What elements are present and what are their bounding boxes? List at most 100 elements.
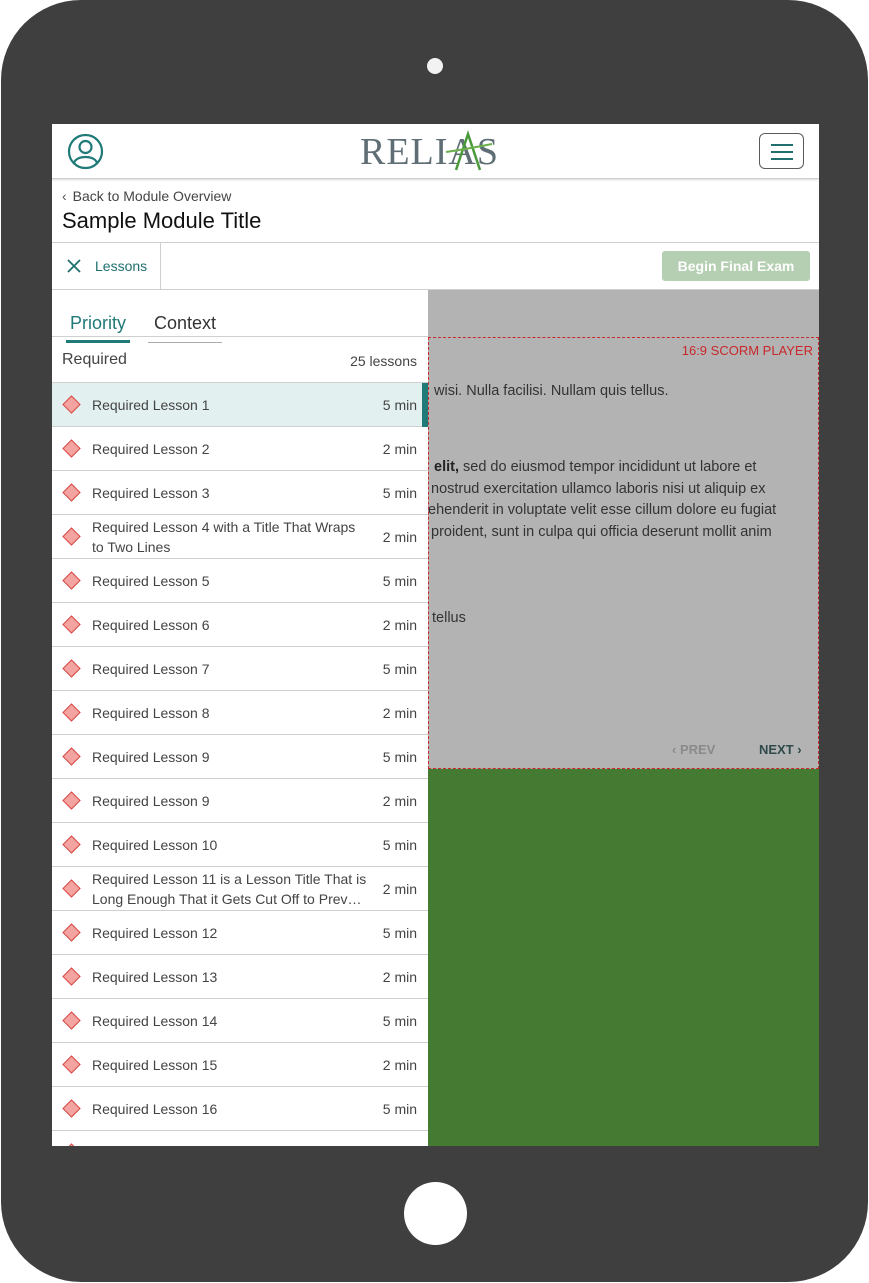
- required-section-header: Required 25 lessons: [52, 337, 428, 383]
- lesson-tabs: Priority Context: [52, 290, 428, 343]
- list-item[interactable]: Required Lesson 6 2 min: [52, 603, 428, 647]
- lesson-diamond-icon: [62, 659, 81, 678]
- player-header-strip: [428, 290, 819, 337]
- lesson-duration: 2 min: [382, 881, 417, 897]
- lesson-duration: 5 min: [382, 397, 417, 413]
- lesson-duration: 2 min: [382, 441, 417, 457]
- lesson-diamond-icon: [62, 879, 81, 898]
- relias-logo[interactable]: RELIAS: [360, 130, 512, 174]
- lesson-diamond-icon: [62, 923, 81, 942]
- tablet-frame: RELIAS ‹ Back to Module Overview Sample M…: [1, 0, 868, 1282]
- lesson-diamond-icon: [62, 571, 81, 590]
- list-item[interactable]: Required Lesson 8 2 min: [52, 691, 428, 735]
- chevron-left-icon: ‹: [672, 742, 680, 757]
- lesson-title: Required Lesson 1: [92, 397, 210, 413]
- close-icon: [67, 259, 81, 273]
- lesson-diamond-icon: [62, 439, 81, 458]
- lesson-title: Required Lesson 11 is a Lesson Title Tha…: [92, 871, 367, 907]
- app-screen: RELIAS ‹ Back to Module Overview Sample M…: [52, 124, 819, 1146]
- lesson-title: Required Lesson 5: [92, 573, 210, 589]
- list-item[interactable]: Required Lesson 9 2 min: [52, 779, 428, 823]
- list-item[interactable]: Required Lesson 13 2 min: [52, 955, 428, 999]
- list-item[interactable]: Required Lesson 5 5 min: [52, 559, 428, 603]
- lesson-diamond-icon: [62, 703, 81, 722]
- lesson-title: Required Lesson 7: [92, 661, 210, 677]
- lesson-duration: 5 min: [382, 837, 417, 853]
- lessons-toolbar: Lessons Begin Final Exam: [52, 242, 819, 290]
- lesson-duration: 2 min: [382, 705, 417, 721]
- list-item[interactable]: Required Lesson 11 is a Lesson Title Tha…: [52, 867, 428, 911]
- lessons-panel: Priority Context Required 25 lessons Req…: [52, 290, 428, 1146]
- hamburger-menu-icon: [771, 144, 793, 146]
- lesson-diamond-icon: [62, 395, 81, 414]
- list-item[interactable]: Required Lesson 3 5 min: [52, 471, 428, 515]
- lesson-title: Required Lesson 6: [92, 617, 210, 633]
- menu-button[interactable]: [759, 133, 804, 169]
- player-text-paragraph: elit, sed do eiusmod tempor incididunt u…: [428, 459, 777, 540]
- list-item[interactable]: Required Lesson 15 2 min: [52, 1043, 428, 1087]
- chevron-left-icon: ‹: [62, 188, 67, 204]
- list-item[interactable]: [52, 1131, 428, 1146]
- prev-button[interactable]: ‹ PREV: [672, 742, 715, 757]
- list-item[interactable]: Required Lesson 2 2 min: [52, 427, 428, 471]
- lesson-diamond-icon: [62, 791, 81, 810]
- lesson-diamond-icon: [62, 615, 81, 634]
- list-item[interactable]: Required Lesson 1 5 min: [52, 383, 428, 427]
- lesson-diamond-icon: [62, 527, 81, 546]
- player-text-paragraph: tellus: [432, 610, 466, 626]
- begin-final-exam-button[interactable]: Begin Final Exam: [662, 251, 810, 281]
- lesson-duration: 5 min: [382, 1101, 417, 1117]
- lesson-duration: 5 min: [382, 1013, 417, 1029]
- list-item[interactable]: Required Lesson 14 5 min: [52, 999, 428, 1043]
- lesson-duration: 5 min: [382, 573, 417, 589]
- user-circle-icon[interactable]: [67, 133, 104, 170]
- lesson-duration: 2 min: [382, 1057, 417, 1073]
- lesson-duration: 2 min: [382, 969, 417, 985]
- lessons-toggle-label: Lessons: [95, 258, 148, 274]
- list-item[interactable]: Required Lesson 4 with a Title That Wrap…: [52, 515, 428, 559]
- lesson-duration: 5 min: [382, 925, 417, 941]
- lesson-title: Required Lesson 15: [92, 1057, 218, 1073]
- tab-context[interactable]: Context: [147, 313, 223, 343]
- lesson-duration: 5 min: [382, 661, 417, 677]
- player-bold-text: elit,: [434, 459, 459, 475]
- back-to-module-link[interactable]: ‹ Back to Module Overview: [62, 188, 231, 204]
- lesson-list: Required Lesson 1 5 min Required Lesson 2…: [52, 383, 428, 1146]
- tab-priority[interactable]: Priority: [65, 313, 131, 343]
- lesson-count: 25 lessons: [350, 353, 417, 369]
- scorm-player[interactable]: 16:9 SCORM PLAYER wisi. Nulla facilisi. …: [428, 337, 819, 769]
- camera-dot: [427, 58, 443, 74]
- lesson-duration: 2 min: [382, 617, 417, 633]
- lesson-diamond-icon: [62, 483, 81, 502]
- top-bar: RELIAS: [52, 124, 819, 179]
- lesson-title: Required Lesson 13: [92, 969, 218, 985]
- player-text-paragraph: wisi. Nulla facilisi. Nullam quis tellus…: [434, 383, 669, 399]
- section-label: Required: [62, 351, 127, 368]
- lesson-duration: 5 min: [382, 485, 417, 501]
- next-button[interactable]: NEXT ›: [759, 742, 802, 757]
- lesson-diamond-icon: [62, 1143, 81, 1146]
- lesson-diamond-icon: [62, 967, 81, 986]
- list-item[interactable]: Required Lesson 7 5 min: [52, 647, 428, 691]
- lesson-title: Required Lesson 3: [92, 485, 210, 501]
- list-item[interactable]: Required Lesson 9 5 min: [52, 735, 428, 779]
- back-link-label: Back to Module Overview: [72, 188, 232, 204]
- list-item[interactable]: Required Lesson 12 5 min: [52, 911, 428, 955]
- home-button[interactable]: [404, 1182, 467, 1245]
- lesson-title: Required Lesson 9: [92, 749, 210, 765]
- content-area: 16:9 SCORM PLAYER wisi. Nulla facilisi. …: [428, 290, 819, 1146]
- player-label: 16:9 SCORM PLAYER: [681, 343, 813, 358]
- lesson-duration: 2 min: [382, 793, 417, 809]
- lesson-diamond-icon: [62, 1099, 81, 1118]
- list-item[interactable]: Required Lesson 16 5 min: [52, 1087, 428, 1131]
- lesson-title: Required Lesson 12: [92, 925, 218, 941]
- lesson-duration: 2 min: [382, 529, 417, 545]
- lesson-diamond-icon: [62, 1055, 81, 1074]
- lesson-title: Required Lesson 2: [92, 441, 210, 457]
- lesson-diamond-icon: [62, 747, 81, 766]
- list-item[interactable]: Required Lesson 10 5 min: [52, 823, 428, 867]
- lessons-toggle-button[interactable]: Lessons: [52, 243, 161, 289]
- chevron-right-icon: ›: [793, 742, 802, 757]
- lesson-title: Required Lesson 9: [92, 793, 210, 809]
- lesson-title: Required Lesson 16: [92, 1101, 218, 1117]
